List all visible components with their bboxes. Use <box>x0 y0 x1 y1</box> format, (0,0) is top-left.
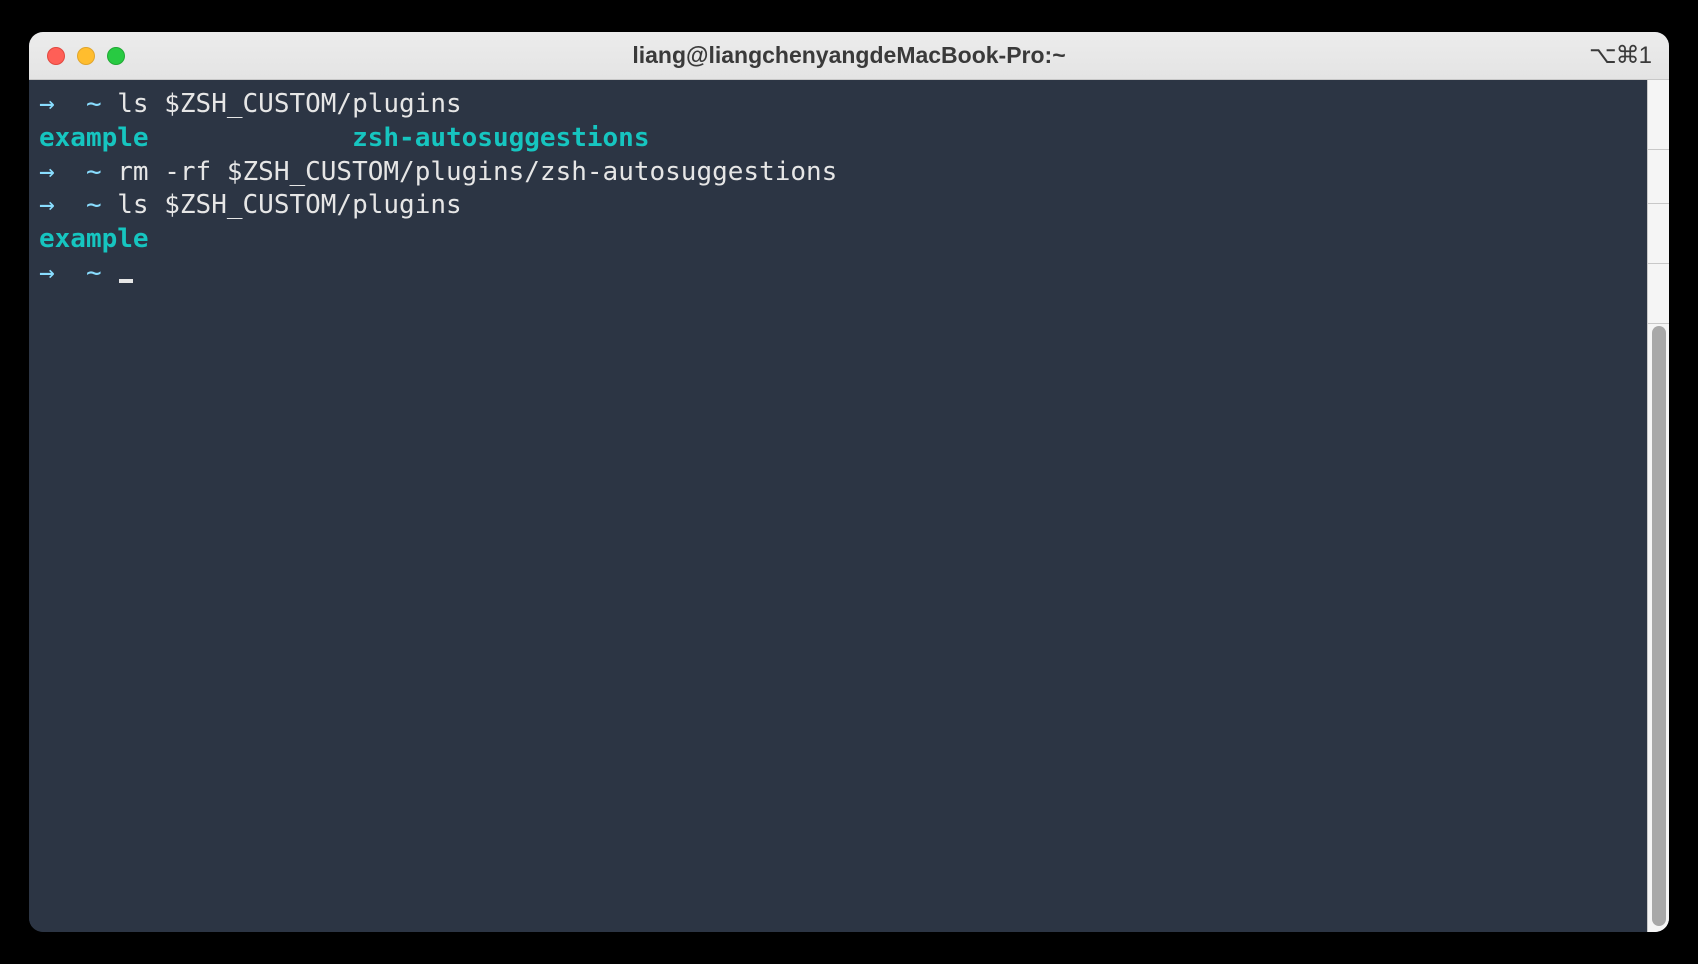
prompt-arrow: → <box>39 190 55 220</box>
terminal-line: → ~ ls $ZSH_CUSTOM/plugins <box>39 189 1637 223</box>
keyboard-shortcut-label: ⌥⌘1 <box>1589 41 1651 70</box>
scrollbar[interactable] <box>1647 80 1669 932</box>
directory-name: zsh-autosuggestions <box>352 123 649 153</box>
fullscreen-button[interactable] <box>107 47 125 65</box>
scrollbar-segment <box>1648 204 1669 264</box>
prompt-tilde: ~ <box>86 190 102 220</box>
prompt-tilde: ~ <box>86 258 102 288</box>
scrollbar-segment <box>1648 80 1669 150</box>
prompt-tilde: ~ <box>86 89 102 119</box>
terminal-line: example <box>39 223 1637 257</box>
terminal-line: → ~ <box>39 257 1637 291</box>
window-title: liang@liangchenyangdeMacBook-Pro:~ <box>632 42 1065 69</box>
prompt-tilde: ~ <box>86 157 102 187</box>
command-text: ls $ZSH_CUSTOM/plugins <box>117 190 461 220</box>
close-button[interactable] <box>47 47 65 65</box>
command-text: rm -rf $ZSH_CUSTOM/plugins/zsh-autosugge… <box>117 157 837 187</box>
terminal-line: → ~ rm -rf $ZSH_CUSTOM/plugins/zsh-autos… <box>39 156 1637 190</box>
scrollbar-segment <box>1648 150 1669 204</box>
terminal-line: → ~ ls $ZSH_CUSTOM/plugins <box>39 88 1637 122</box>
prompt-arrow: → <box>39 89 55 119</box>
directory-name: example <box>39 224 149 254</box>
titlebar[interactable]: liang@liangchenyangdeMacBook-Pro:~ ⌥⌘1 <box>29 32 1669 80</box>
terminal-window: liang@liangchenyangdeMacBook-Pro:~ ⌥⌘1 →… <box>29 32 1669 932</box>
command-text: ls $ZSH_CUSTOM/plugins <box>117 89 461 119</box>
minimize-button[interactable] <box>77 47 95 65</box>
prompt-arrow: → <box>39 157 55 187</box>
scrollbar-track[interactable] <box>1648 324 1669 932</box>
directory-name: example <box>39 123 149 153</box>
traffic-lights <box>29 47 125 65</box>
scrollbar-thumb[interactable] <box>1652 326 1666 926</box>
terminal-body: → ~ ls $ZSH_CUSTOM/pluginsexample zsh-au… <box>29 80 1669 932</box>
terminal-line: example zsh-autosuggestions <box>39 122 1637 156</box>
prompt-arrow: → <box>39 258 55 288</box>
scrollbar-segment <box>1648 264 1669 324</box>
terminal-content[interactable]: → ~ ls $ZSH_CUSTOM/pluginsexample zsh-au… <box>29 80 1647 932</box>
cursor <box>119 279 133 283</box>
